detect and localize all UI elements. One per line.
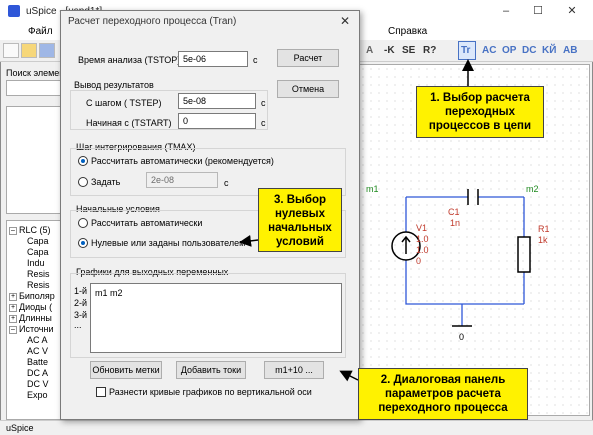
arrow-2 [339, 370, 359, 382]
callout-3-line-3: начальных [268, 222, 332, 234]
arrow-3 [239, 234, 259, 247]
callout-2: 2. Диалоговая панель параметров расчета … [358, 368, 528, 420]
callout-3-line-1: 3. Выбор [273, 194, 327, 206]
callout-1-line-1: 1. Выбор расчета [430, 92, 530, 104]
callout-1-line-2: переходных [444, 106, 516, 118]
callout-2-line-2: параметров расчета [385, 388, 501, 400]
callout-1: 1. Выбор расчета переходных процессов в … [416, 86, 544, 138]
callout-2-line-3: переходного процесса [378, 402, 508, 414]
callout-2-line-1: 2. Диалоговая панель [380, 374, 506, 386]
callout-3-line-4: условий [276, 236, 324, 248]
callout-3-line-2: нулевых [274, 208, 326, 220]
callout-1-line-3: процессов в цепи [428, 120, 532, 132]
callout-3: 3. Выбор нулевых начальных условий [258, 188, 342, 252]
